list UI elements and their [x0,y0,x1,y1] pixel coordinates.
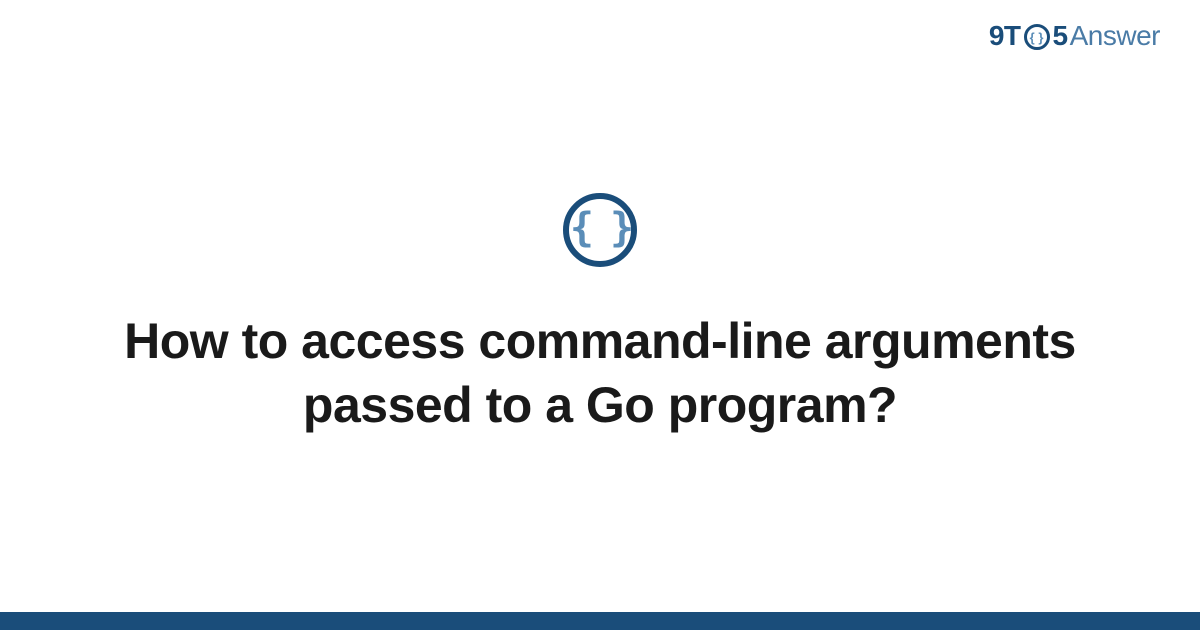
braces-glyph: { } [570,205,630,251]
code-braces-icon: { } [563,193,637,267]
main-content: { } How to access command-line arguments… [0,0,1200,630]
question-title: How to access command-line arguments pas… [120,309,1080,437]
footer-accent-bar [0,612,1200,630]
